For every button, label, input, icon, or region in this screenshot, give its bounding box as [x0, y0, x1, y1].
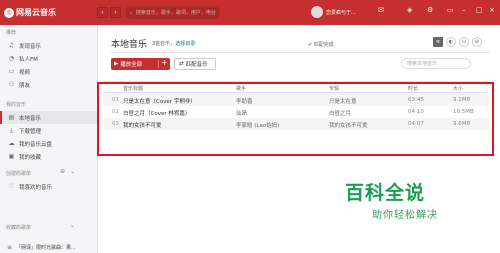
theme-icon[interactable]: ◈: [407, 6, 412, 14]
radio-icon: ◔: [8, 55, 15, 62]
sidebar-item-label: 我的音乐云盘: [19, 141, 53, 148]
add-to-queue-button[interactable]: +: [161, 58, 168, 67]
sidebar-item-local-music[interactable]: ▤ 本地音乐: [0, 111, 97, 124]
sidebar-item-liked[interactable]: ♡ 我喜欢的音乐: [0, 180, 97, 193]
app-name: 网易云音乐: [16, 8, 56, 17]
check-icon: ✔: [308, 42, 313, 48]
sidebar-item-friends[interactable]: ⚇ 朋友: [0, 78, 97, 91]
sidebar-item-fm[interactable]: ◔ 私人FM: [0, 52, 97, 65]
sidebar: 推荐 ♫ 发现音乐 ◔ 私人FM ▭ 视频 ⚇ 朋友 我的音乐 ▤ 本地音乐 ⤓…: [0, 25, 98, 253]
sidebar-item-label: 视频: [19, 69, 31, 76]
local-search-placeholder: 搜索本地音乐: [407, 61, 438, 67]
video-icon: ▭: [8, 68, 15, 75]
count-text: 3首音乐，: [152, 41, 176, 47]
button-separator: [158, 60, 159, 68]
skin-icon[interactable]: ✉: [378, 6, 384, 14]
collection-icon: ▣: [8, 153, 15, 160]
sidebar-item-label: 我的收藏: [19, 154, 42, 161]
minimize-icon[interactable]: –: [462, 6, 466, 14]
play-icon: ▶: [114, 61, 119, 67]
search-input[interactable]: ⌕ 搜索音乐，歌手，歌词，用户，电台: [125, 6, 220, 19]
app-logo[interactable]: ◎ 网易云音乐: [4, 7, 56, 18]
title-bar: ◎ 网易云音乐 ‹ › ⌕ 搜索音乐，歌手，歌词，用户，电台 恋爱疯与于... …: [0, 0, 500, 25]
cloud-icon: ☁: [8, 140, 15, 147]
sidebar-item-label: 私人FM: [19, 56, 38, 63]
sidebar-item-discover[interactable]: ♫ 发现音乐: [0, 39, 97, 52]
sidebar-item-label: 朋友: [19, 82, 31, 89]
sidebar-item-label: 本地音乐: [19, 115, 42, 122]
sidebar-item-label: 我喜欢的音乐: [19, 184, 53, 191]
sidebar-item-downloads[interactable]: ⤓ 下载管理: [0, 124, 97, 137]
search-icon: ⌕: [130, 9, 133, 16]
heart-icon: ♡: [8, 183, 15, 190]
sidebar-item-video[interactable]: ▭ 视频: [0, 65, 97, 78]
sidebar-item-collected-playlist[interactable]: ≡ 「网译」限时光歌曲：果...: [0, 242, 97, 253]
page-title: 本地音乐: [111, 40, 148, 50]
mini-mode-icon[interactable]: ▭: [447, 6, 454, 14]
section-title-my-music: 我的音乐: [6, 102, 27, 108]
friends-icon: ⚇: [8, 81, 15, 88]
play-all-label: 播放全部: [120, 62, 143, 68]
collapse-icon[interactable]: ⌄: [70, 168, 75, 175]
forward-button[interactable]: ›: [110, 7, 121, 18]
avatar[interactable]: [311, 6, 323, 18]
match-music-label: 匹配音乐: [185, 62, 208, 68]
list-view-button[interactable]: ≡: [433, 37, 443, 47]
sidebar-item-collection[interactable]: ▣ 我的收藏: [0, 150, 97, 163]
collapse-collected-icon[interactable]: ⌄: [70, 222, 75, 229]
sidebar-item-label: 「网译」限时光歌曲：果...: [16, 245, 76, 251]
download-icon: ⤓: [10, 126, 13, 134]
username[interactable]: 恋爱疯与于...: [326, 9, 356, 16]
status-text: 匹配完成: [313, 42, 334, 48]
album-view-button[interactable]: ◐: [446, 37, 456, 47]
back-button[interactable]: ‹: [97, 7, 108, 18]
music-count: 3首音乐，选择目录: [152, 40, 195, 47]
sidebar-item-label: 下载管理: [19, 128, 42, 135]
match-icon: ⇄: [179, 61, 184, 67]
local-music-icon: ▤: [8, 114, 15, 121]
section-title-created: 创建的歌单: [6, 171, 32, 177]
netease-logo-icon: ◎: [4, 7, 14, 18]
highlight-annotation-box: [97, 82, 494, 156]
watermark-logo: 百科全说: [345, 182, 426, 204]
play-all-button[interactable]: ▶ 播放全部 +: [111, 58, 170, 70]
add-playlist-icon[interactable]: ⊕: [60, 168, 65, 175]
sidebar-item-cloud[interactable]: ☁ 我的音乐云盘: [0, 137, 97, 150]
sidebar-item-label: 发现音乐: [19, 43, 42, 50]
music-note-icon: ♫: [8, 42, 15, 49]
header-divider: [111, 52, 490, 53]
artist-view-button[interactable]: ⊙: [459, 37, 469, 47]
section-title-collected: 收藏的歌单: [6, 225, 32, 231]
folder-view-button[interactable]: ⊘: [472, 37, 482, 47]
watermark-tagline: 助你轻松解决: [372, 210, 438, 221]
match-music-button[interactable]: ⇄ 匹配音乐: [174, 58, 216, 70]
settings-icon[interactable]: ⚙: [427, 6, 433, 14]
maximize-icon[interactable]: □: [476, 6, 483, 14]
search-placeholder: 搜索音乐，歌手，歌词，用户，电台: [135, 10, 216, 16]
local-search-input[interactable]: 搜索本地音乐: [401, 58, 471, 69]
playlist-icon: ≡: [6, 244, 13, 251]
choose-directory-link[interactable]: 选择目录: [175, 41, 195, 47]
section-title-recommend: 推荐: [6, 30, 17, 36]
view-switcher: ≡ ◐ ⊙ ⊘: [433, 37, 482, 47]
close-icon[interactable]: ×: [489, 6, 495, 14]
match-status: ✔ 匹配完成: [308, 41, 334, 48]
